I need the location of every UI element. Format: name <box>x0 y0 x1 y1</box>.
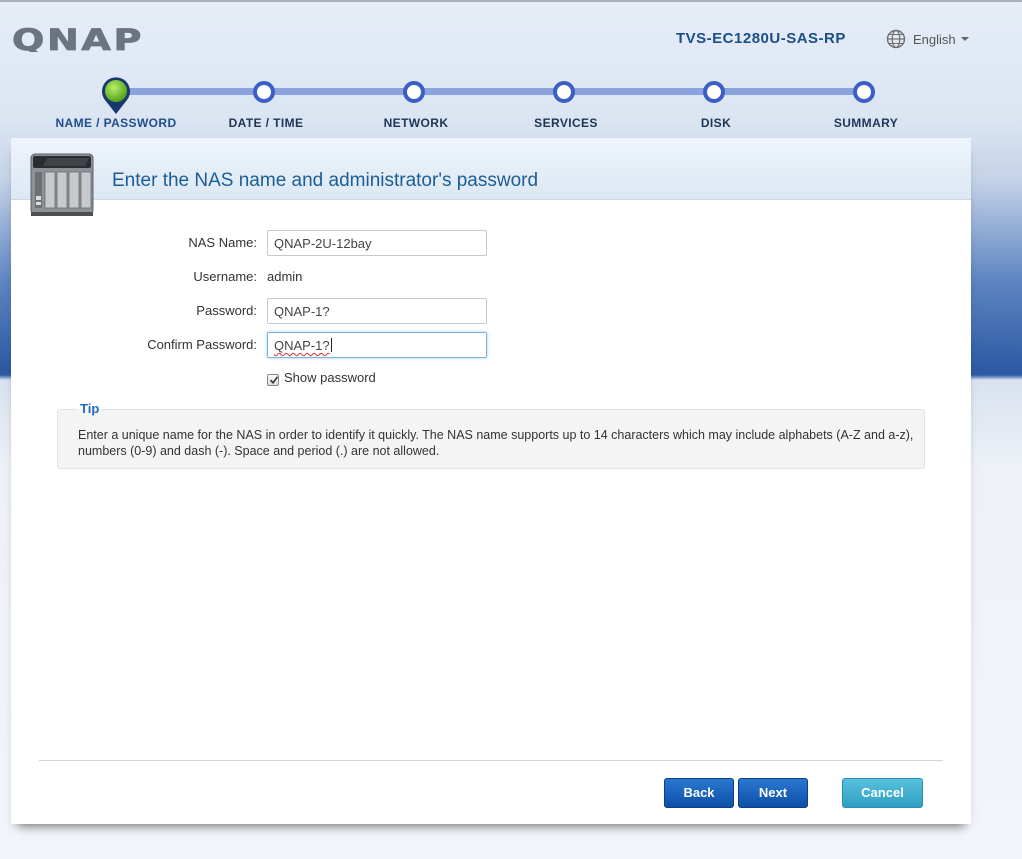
step-node-services[interactable] <box>553 81 575 103</box>
step-disk[interactable]: DISK <box>701 116 731 130</box>
wizard-panel: Enter the NAS name and administrator's p… <box>11 138 971 824</box>
password-input[interactable]: QNAP-1? <box>267 298 487 324</box>
confirm-password-input[interactable]: QNAP-1? <box>267 332 487 358</box>
wizard-progress-track <box>116 88 866 95</box>
show-password-checkbox[interactable] <box>267 374 279 386</box>
cancel-button[interactable]: Cancel <box>842 778 923 808</box>
tip-text: Enter a unique name for the NAS in order… <box>78 428 914 458</box>
chevron-down-icon <box>960 37 969 41</box>
next-button[interactable]: Next <box>738 778 808 808</box>
nas-model-name: TVS-EC1280U-SAS-RP <box>676 30 846 47</box>
password-value: QNAP-1? <box>274 304 330 319</box>
page-title: Enter the NAS name and administrator's p… <box>112 170 539 191</box>
step-node-summary[interactable] <box>853 81 875 103</box>
nas-name-label: NAS Name: <box>188 235 257 250</box>
password-label: Password: <box>196 303 257 318</box>
top-border <box>0 0 1022 2</box>
nas-name-value: QNAP-2U-12bay <box>274 236 372 251</box>
username-value: admin <box>267 269 303 284</box>
globe-icon <box>886 29 906 49</box>
confirm-password-label: Confirm Password: <box>147 337 257 352</box>
footer-divider <box>39 760 943 761</box>
back-button[interactable]: Back <box>664 778 734 808</box>
step-name-password[interactable]: NAME / PASSWORD <box>55 116 176 130</box>
step-node-network[interactable] <box>403 81 425 103</box>
step-network[interactable]: NETWORK <box>384 116 449 130</box>
show-password-label[interactable]: Show password <box>284 370 376 385</box>
step-node-date-time[interactable] <box>253 81 275 103</box>
language-selector[interactable]: English <box>886 29 969 49</box>
qnap-logo: QNAP <box>12 26 144 52</box>
step-services[interactable]: SERVICES <box>534 116 598 130</box>
nas-name-input[interactable]: QNAP-2U-12bay <box>267 230 487 256</box>
tip-box: Enter a unique name for the NAS in order… <box>57 409 925 469</box>
step-date-time[interactable]: DATE / TIME <box>229 116 304 130</box>
current-step-marker-icon[interactable] <box>99 76 133 116</box>
tip-title: Tip <box>77 401 103 416</box>
text-cursor <box>330 338 332 352</box>
language-label: English <box>913 31 956 47</box>
svg-text:QNAP: QNAP <box>12 26 144 52</box>
nas-device-icon <box>30 153 94 216</box>
username-label: Username: <box>193 269 257 284</box>
step-summary[interactable]: SUMMARY <box>834 116 898 130</box>
checkmark-icon <box>269 376 279 385</box>
step-node-disk[interactable] <box>703 81 725 103</box>
confirm-password-value: QNAP-1? <box>274 338 330 353</box>
